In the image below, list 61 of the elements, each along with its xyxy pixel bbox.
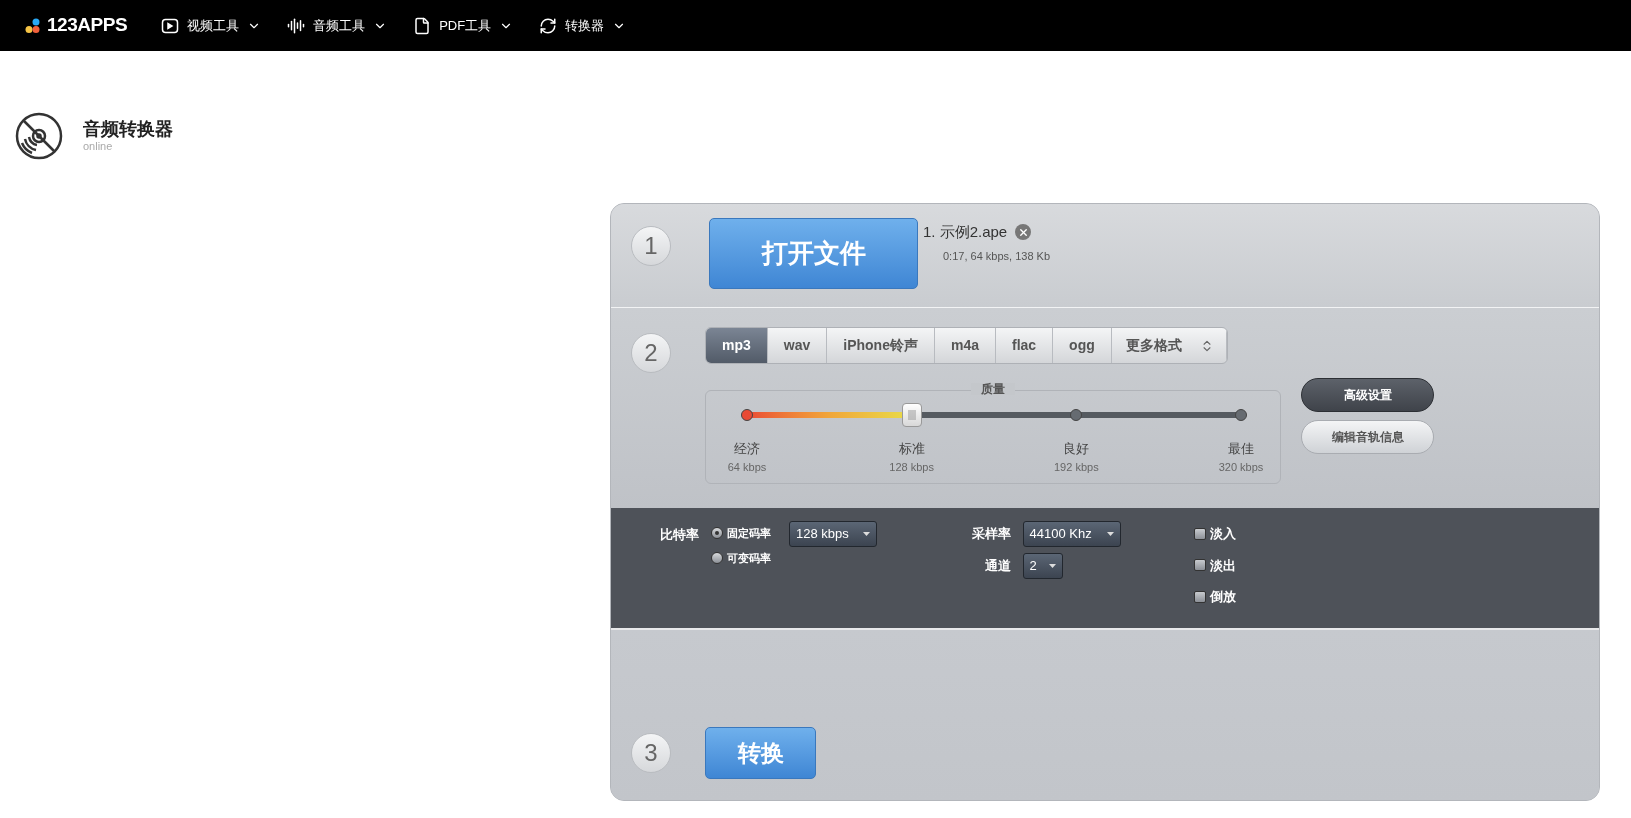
waveform-icon: [287, 16, 306, 35]
format-tab[interactable]: ogg: [1053, 328, 1112, 363]
logo-text[interactable]: 123APPS: [47, 11, 128, 40]
bitrate-reading: 128 kbps: [889, 459, 934, 475]
edit-track-info-button[interactable]: 编辑音轨信息: [1301, 420, 1434, 454]
nav-menu-item[interactable]: PDF工具: [413, 15, 514, 36]
advanced-settings-button[interactable]: 高级设置: [1301, 378, 1434, 412]
slider-thumb[interactable]: [901, 403, 922, 427]
slider-stop: [1235, 409, 1247, 421]
nav-menu-item[interactable]: 音频工具: [287, 15, 388, 36]
nav-menu-item[interactable]: 转换器: [539, 15, 627, 36]
caret-icon: [1106, 532, 1114, 536]
logo-dots-icon: [25, 17, 41, 34]
radio-button[interactable]: [711, 551, 723, 564]
quality-legend: 质量: [971, 383, 1015, 395]
format-tab[interactable]: wav: [767, 328, 828, 363]
file-name: 1. 示例2.ape: [923, 222, 1008, 242]
app-title: 音频转换器: [83, 117, 173, 141]
radio-button[interactable]: [711, 527, 723, 540]
checkbox-label: 淡入: [1210, 525, 1236, 543]
bitrate-reading: 192 kbps: [1054, 459, 1099, 475]
checkbox[interactable]: [1194, 590, 1206, 603]
format-tab[interactable]: mp3: [706, 328, 768, 363]
format-tab[interactable]: m4a: [934, 328, 996, 363]
radio-label: 可变码率: [727, 550, 771, 566]
bitrate-reading: 64 kbps: [727, 459, 767, 475]
quality-label: 经济: [734, 440, 760, 458]
disc-icon: [15, 112, 63, 160]
dropdown[interactable]: 128 kbps: [789, 521, 877, 547]
step-number: 2: [631, 333, 671, 373]
slider-stop: [1070, 409, 1083, 421]
caret-icon: [863, 532, 870, 536]
bitrate-reading: 320 kbps: [1218, 459, 1264, 475]
channels-label: 通道: [984, 557, 1011, 576]
format-tab[interactable]: iPhone铃声: [827, 328, 935, 363]
radio-label: 固定码率: [727, 526, 771, 541]
app-subtitle: online: [83, 140, 114, 155]
checkbox-label: 淡出: [1210, 556, 1236, 575]
step-number: 1: [631, 226, 671, 266]
sample-rate-label: 采样率: [971, 525, 1011, 544]
more-formats-dropdown[interactable]: 更多格式: [1111, 328, 1227, 363]
play-icon: [161, 16, 180, 35]
file-info: 0:17, 64 kbps, 138 Kb: [942, 248, 1051, 264]
format-tab[interactable]: flac: [995, 328, 1054, 363]
document-icon: [413, 16, 432, 35]
quality-label: 良好: [1063, 440, 1090, 458]
step-number: 3: [631, 733, 671, 773]
caret-icon: [1048, 564, 1056, 568]
checkbox[interactable]: [1194, 559, 1206, 572]
dropdown[interactable]: 2: [1022, 553, 1063, 579]
quality-label: 最佳: [1228, 440, 1254, 458]
quality-label: 标准: [898, 440, 925, 458]
slider-stop: [741, 409, 753, 421]
dropdown[interactable]: 44100 Khz: [1022, 521, 1121, 547]
bitrate-label: 比特率: [660, 526, 699, 544]
remove-file-button[interactable]: [1015, 224, 1032, 241]
checkbox[interactable]: [1194, 527, 1206, 540]
close-icon: [1017, 226, 1029, 238]
nav-menu-item[interactable]: 视频工具: [161, 15, 262, 36]
checkbox-label: 倒放: [1210, 588, 1236, 606]
circular-arrows-icon: [539, 16, 558, 35]
